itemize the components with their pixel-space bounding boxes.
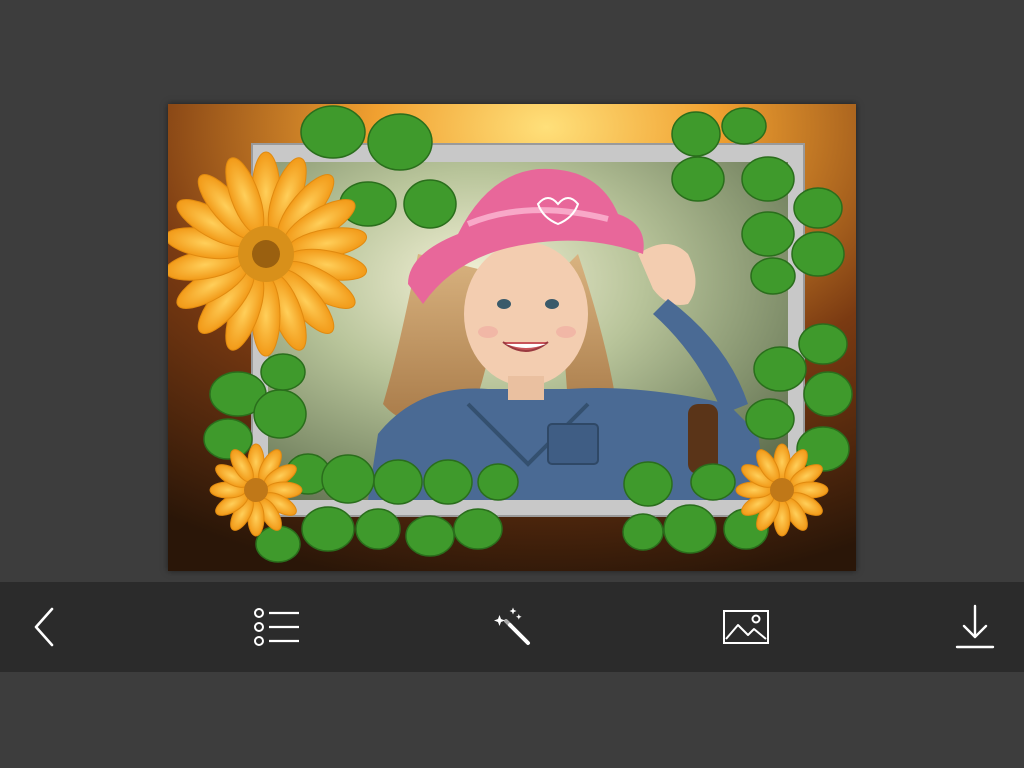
back-button[interactable] [0, 582, 90, 672]
frames-list-button[interactable] [232, 582, 322, 672]
bottom-empty-area [0, 672, 1024, 768]
canvas-area [0, 0, 1024, 582]
image-icon [722, 609, 770, 645]
list-icon [253, 605, 301, 649]
download-icon [955, 604, 995, 650]
magic-wand-icon [492, 607, 532, 647]
photo-frame-preview[interactable] [168, 104, 856, 571]
effects-button[interactable] [467, 582, 557, 672]
download-button[interactable] [930, 582, 1020, 672]
photo-frame-editor [0, 0, 1024, 768]
framed-photo-image [168, 104, 856, 571]
bottom-toolbar [0, 582, 1024, 672]
chevron-left-icon [30, 605, 60, 649]
gallery-button[interactable] [701, 582, 791, 672]
